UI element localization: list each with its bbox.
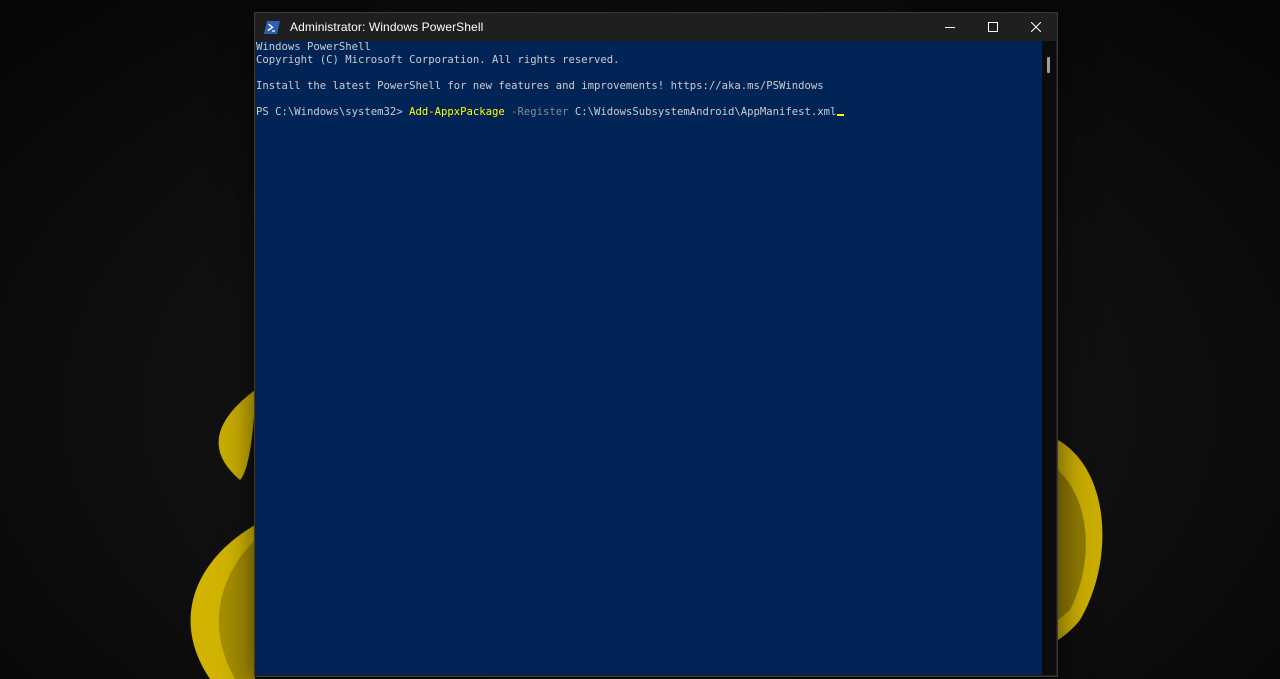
prompt-path: PS C:\Windows\system32> [256, 106, 410, 118]
window-controls [928, 13, 1057, 41]
command-argument: C:\WidowsSubsystemAndroid\AppManifest.xm… [574, 106, 837, 118]
close-icon [1030, 22, 1041, 32]
command-parameter: -Register [504, 106, 575, 118]
powershell-window: Administrator: Windows PowerShell Window… [254, 12, 1058, 677]
command-name: Add-AppxPackage [409, 106, 505, 118]
minimize-button[interactable] [928, 13, 971, 41]
minimize-icon [944, 27, 955, 28]
window-title: Administrator: Windows PowerShell [290, 20, 484, 34]
console-prompt-line[interactable]: PS C:\Windows\system32> Add-AppxPackage … [256, 106, 1043, 119]
text-cursor [837, 114, 845, 116]
maximize-button[interactable] [971, 13, 1014, 41]
console-copyright-line: Copyright (C) Microsoft Corporation. All… [256, 54, 620, 66]
console-install-line: Install the latest PowerShell for new fe… [256, 80, 824, 92]
title-bar[interactable]: Administrator: Windows PowerShell [255, 13, 1057, 41]
scrollbar-thumb[interactable] [1047, 57, 1050, 73]
vertical-scrollbar[interactable] [1042, 41, 1056, 675]
console-output[interactable]: Windows PowerShell Copyright (C) Microso… [256, 41, 1043, 675]
close-button[interactable] [1014, 13, 1057, 41]
console-header-line: Windows PowerShell [256, 41, 371, 53]
maximize-icon [987, 22, 998, 32]
powershell-icon [264, 20, 282, 34]
